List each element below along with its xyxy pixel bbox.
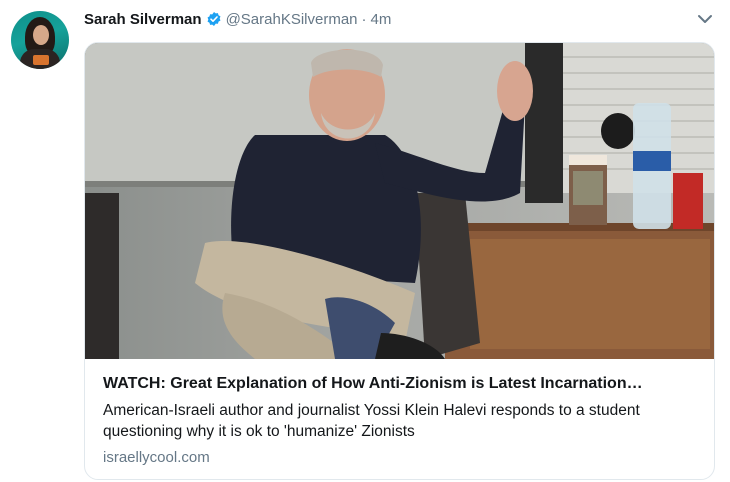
separator-dot: ·	[361, 10, 367, 28]
author-name[interactable]: Sarah Silverman	[84, 11, 202, 28]
chevron-down-icon[interactable]	[697, 12, 713, 26]
card-title: WATCH: Great Explanation of How Anti-Zio…	[103, 375, 643, 392]
author-handle[interactable]: @SarahKSilverman	[226, 11, 358, 28]
verified-badge-icon	[206, 11, 222, 27]
card-image	[85, 43, 714, 359]
link-card[interactable]: WATCH: Great Explanation of How Anti-Zio…	[84, 42, 715, 480]
card-description: American-Israeli author and journalist Y…	[103, 402, 640, 440]
timestamp[interactable]: 4m	[371, 11, 392, 28]
tweet-header: Sarah Silverman @SarahKSilverman · 4m	[84, 8, 391, 30]
avatar[interactable]	[11, 11, 69, 69]
card-text: WATCH: Great Explanation of How Anti-Zio…	[103, 373, 703, 468]
card-domain: israellycool.com	[103, 449, 210, 466]
